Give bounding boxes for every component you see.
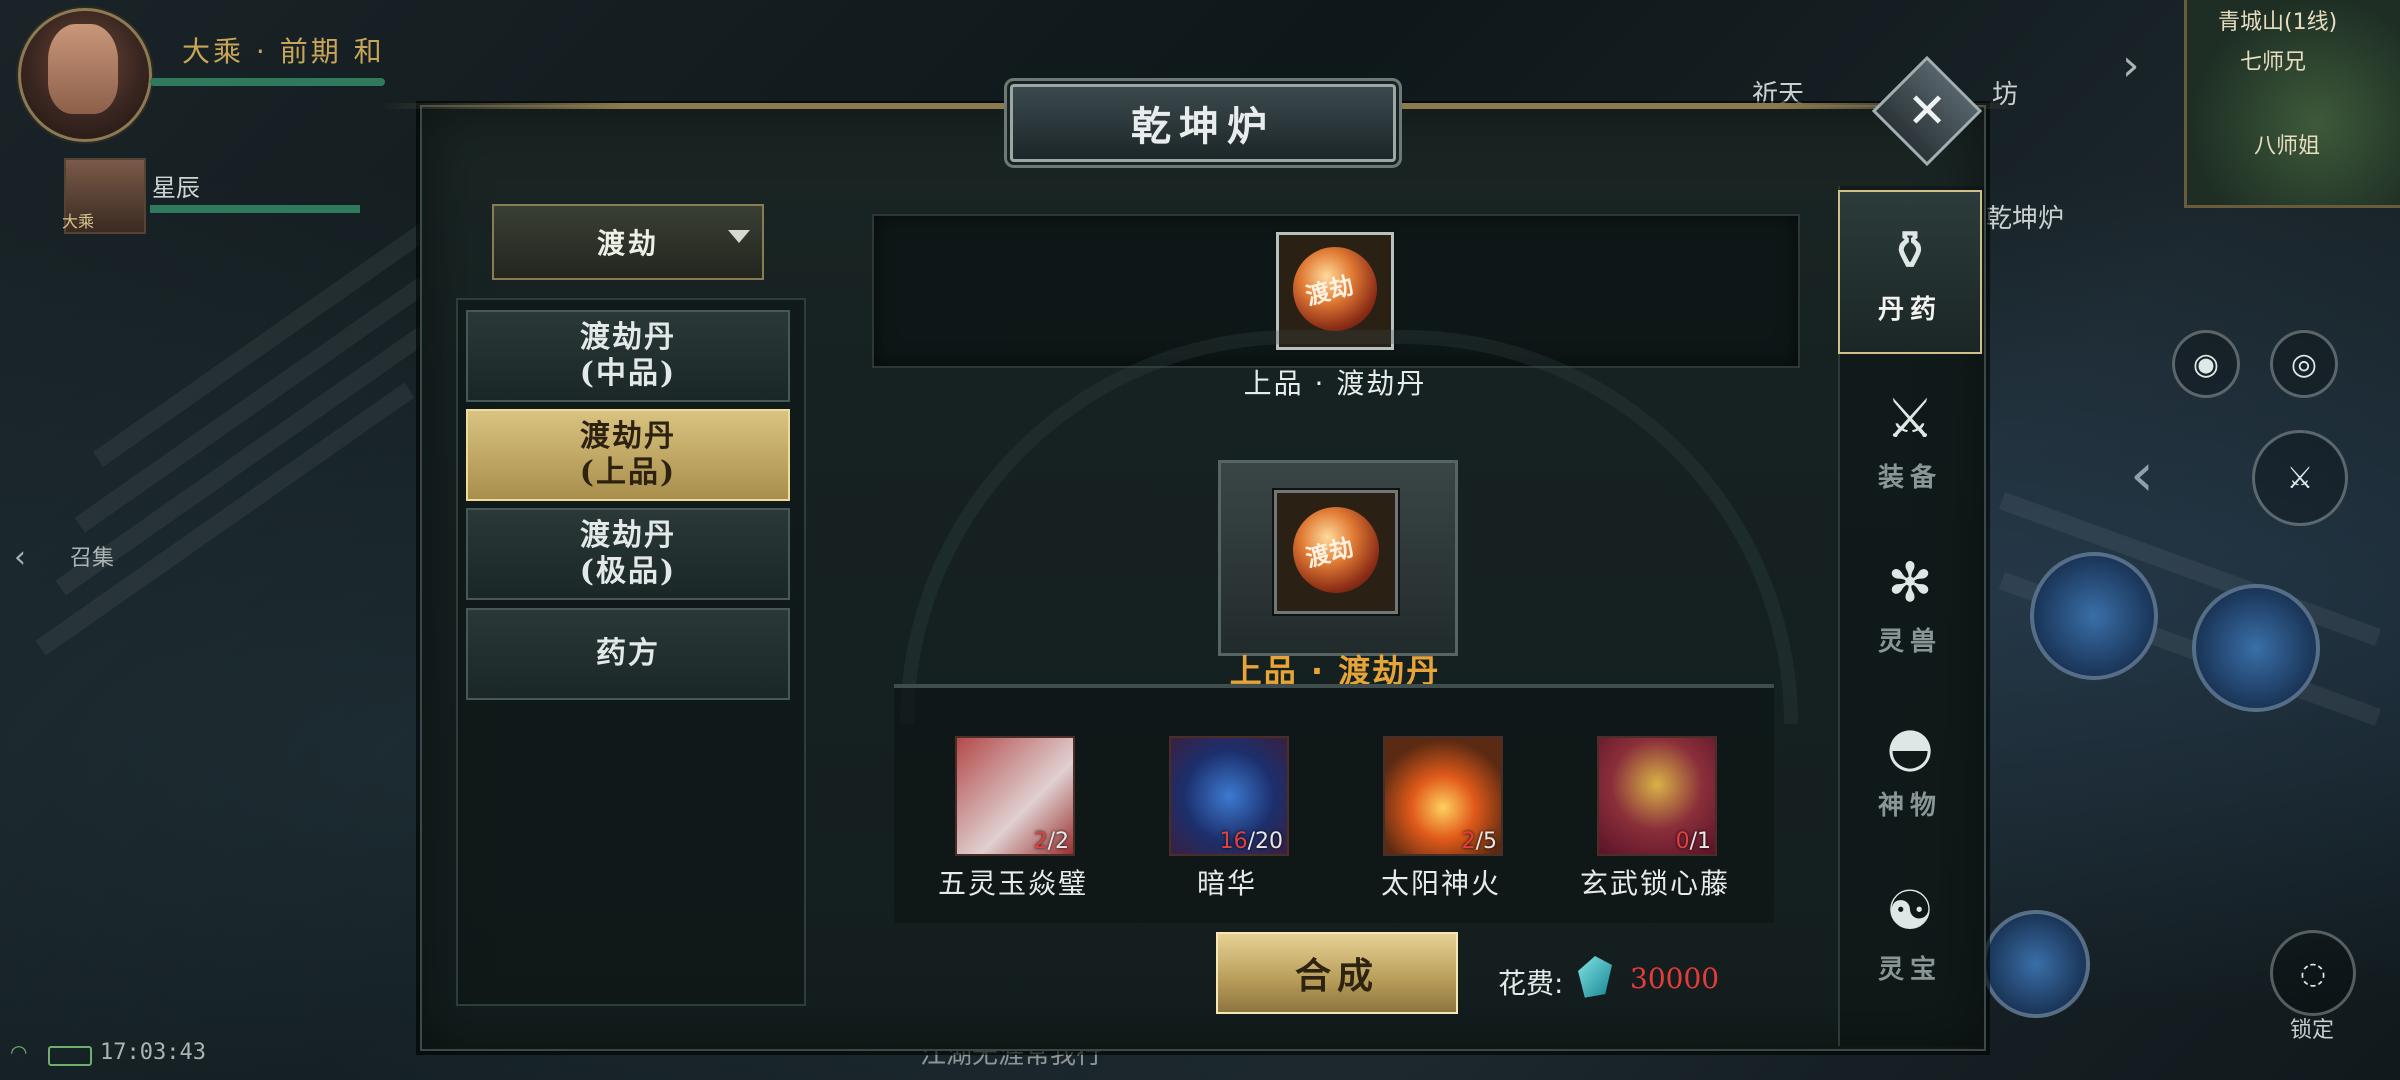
tab-label: 神物 — [1877, 790, 1942, 821]
synthesize-button[interactable]: 合成 — [1216, 932, 1458, 1014]
recipe-item-name: 药方 — [596, 636, 660, 671]
recipe-item-middle-grade[interactable]: 渡劫丹 (中品) — [466, 310, 790, 402]
player-realm-label: 大乘 · 前期 和 — [182, 35, 385, 68]
material-count: 0/1 — [1675, 829, 1711, 854]
wifi-icon: ◠ — [10, 1040, 28, 1064]
category-selected-value: 渡劫 — [596, 227, 659, 260]
map-npc-label: 七师兄 — [2240, 50, 2307, 75]
tab-divine-item[interactable]: ◓ 神物 — [1838, 686, 1982, 850]
map-npc-label-2: 八师姐 — [2254, 134, 2321, 159]
party-member-tag: 大乘 — [62, 212, 95, 231]
back-arrow-icon[interactable]: ‹ — [14, 540, 26, 575]
paw-icon: ✻ — [1887, 550, 1933, 614]
recipe-item-grade: (极品) — [579, 554, 677, 589]
recipe-item-top-grade[interactable]: 渡劫丹 (极品) — [466, 508, 790, 600]
chevron-down-icon — [728, 230, 750, 243]
map-location: 青城山(1线) — [2218, 10, 2338, 35]
panel-title: 乾坤炉 — [1131, 103, 1275, 150]
panel-title-plate: 乾坤炉 — [1010, 84, 1396, 162]
player-hp-bar — [150, 78, 385, 86]
mortar-icon: ⚱ — [1887, 218, 1933, 282]
battery-icon — [48, 1046, 92, 1066]
material-name: 太阳神火 — [1380, 867, 1501, 900]
sword-icon: ⚔ — [1885, 386, 1935, 450]
material-slot[interactable]: 0/1 — [1597, 736, 1717, 856]
player-portrait — [48, 24, 118, 114]
recipe-item-high-grade[interactable]: 渡劫丹 (上品) — [466, 409, 790, 501]
treasure-icon: ☯ — [1885, 878, 1935, 942]
attack-icon[interactable]: ⚔ — [2252, 430, 2348, 526]
fan-icon: ◓ — [1886, 714, 1934, 778]
hud-label-furnace[interactable]: 乾坤炉 — [1986, 198, 2064, 235]
expand-arrow-icon[interactable]: › — [2122, 40, 2140, 91]
material-slot[interactable]: 2/2 — [955, 736, 1075, 856]
material-count: 2/2 — [1033, 829, 1069, 854]
skill-button-2[interactable] — [2192, 584, 2320, 712]
result-item-slot[interactable]: 渡劫 — [1274, 490, 1398, 614]
tab-spirit-beast[interactable]: ✻ 灵兽 — [1838, 522, 1982, 686]
material-slot[interactable]: 2/5 — [1383, 736, 1503, 856]
material-count: 16/20 — [1219, 829, 1283, 854]
collapse-arrow-icon[interactable]: ‹ — [2130, 440, 2154, 510]
party-member-hp-bar — [150, 205, 360, 213]
category-dropdown[interactable]: 渡劫 — [492, 204, 764, 280]
recipe-item-grade: (上品) — [579, 455, 677, 490]
clock: 17:03:43 — [100, 1040, 206, 1065]
tab-equipment[interactable]: ⚔ 装备 — [1838, 358, 1982, 522]
tab-spirit-treasure[interactable]: ☯ 灵宝 — [1838, 850, 1982, 1014]
cost-value: 30000 — [1630, 962, 1720, 995]
recipe-item-name: 渡劫丹 — [580, 419, 676, 454]
summon-button[interactable]: 召集 — [70, 540, 114, 572]
skill-button-3[interactable] — [1982, 910, 2090, 1018]
party-member-name: 星辰 — [152, 174, 200, 202]
synthesize-label: 合成 — [1294, 955, 1379, 997]
material-slot[interactable]: 16/20 — [1169, 736, 1289, 856]
recipe-item-name: 渡劫丹 — [580, 320, 676, 355]
tab-pills[interactable]: ⚱ 丹药 — [1838, 190, 1982, 354]
lock-target-label: 锁定 — [2290, 1018, 2335, 1043]
tab-label: 装备 — [1877, 462, 1942, 493]
close-icon: ✕ — [1906, 83, 1948, 139]
material-name: 五灵玉焱璧 — [937, 867, 1088, 900]
tab-label: 灵兽 — [1877, 626, 1942, 657]
material-name: 暗华 — [1196, 867, 1257, 900]
material-name: 玄武锁心藤 — [1579, 867, 1730, 900]
bag-icon[interactable]: ◉ — [2172, 330, 2240, 398]
recipe-item-formula[interactable]: 药方 — [466, 608, 790, 700]
lock-target-icon[interactable]: ◌ — [2270, 930, 2356, 1016]
tab-label: 丹药 — [1877, 294, 1942, 325]
skill-button-1[interactable] — [2030, 552, 2158, 680]
recipe-item-name: 渡劫丹 — [580, 518, 676, 553]
target-icon[interactable]: ◎ — [2270, 330, 2338, 398]
recipe-item-grade: (中品) — [579, 356, 677, 391]
cost-label: 花费: — [1498, 967, 1564, 1000]
material-count: 2/5 — [1461, 829, 1497, 854]
tab-label: 灵宝 — [1877, 954, 1942, 985]
